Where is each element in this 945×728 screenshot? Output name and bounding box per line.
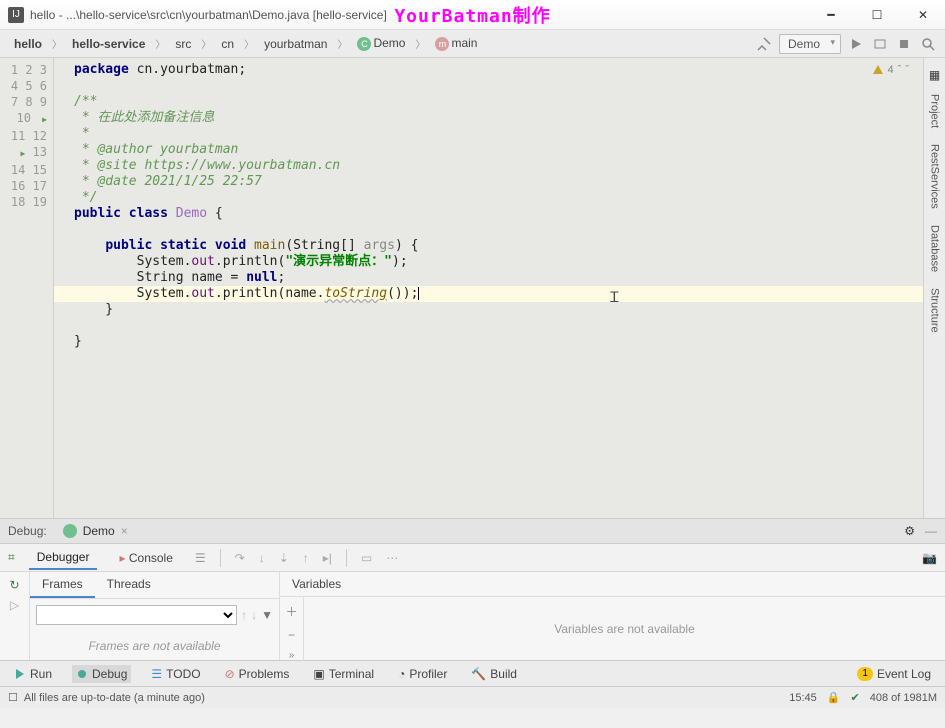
image-tool-icon[interactable]: ▦ xyxy=(929,68,940,82)
build-icon[interactable] xyxy=(755,35,773,53)
frames-panel: Frames Threads ↑ ↓ ▼ Frames are not avai… xyxy=(30,572,280,660)
maximize-button[interactable]: ☐ xyxy=(863,5,891,25)
run-to-cursor-icon[interactable]: ▸| xyxy=(323,551,332,565)
caret-position[interactable]: 15:45 xyxy=(789,692,817,704)
status-hide-icon[interactable]: ☐ xyxy=(8,691,18,704)
breadcrumbs: hello〉 hello-service〉 src〉 cn〉 yourbatma… xyxy=(8,34,483,53)
tw-build[interactable]: 🔨Build xyxy=(467,665,521,683)
crumb-hello[interactable]: hello xyxy=(8,35,48,53)
inspection-ok-icon[interactable]: ✔ xyxy=(851,691,860,704)
next-frame-icon[interactable]: ↓ xyxy=(251,608,257,622)
variables-empty: Variables are not available xyxy=(304,597,945,661)
bug-icon[interactable]: ⌗ xyxy=(8,550,15,565)
add-watch-icon[interactable]: ＋ xyxy=(285,603,297,620)
close-icon[interactable]: × xyxy=(121,524,128,538)
resume-icon[interactable]: ▷ xyxy=(10,598,19,612)
variables-panel: Variables ＋ − » Variables are not availa… xyxy=(280,572,945,660)
layout-icon[interactable]: ☰ xyxy=(195,551,206,565)
editor-area: 1 2 3 4 5 6 7 8 9 10 ▶ 11 12 ▶ 13 14 15 … xyxy=(0,58,945,518)
debug-body: ↻ ▷ Frames Threads ↑ ↓ ▼ Frames are not … xyxy=(0,572,945,660)
line-gutter: 1 2 3 4 5 6 7 8 9 10 ▶ 11 12 ▶ 13 14 15 … xyxy=(0,58,54,518)
tool-database[interactable]: Database xyxy=(929,221,941,276)
tw-debug[interactable]: Debug xyxy=(72,665,131,683)
tw-todo[interactable]: ☰TODO xyxy=(147,665,204,683)
more-icon[interactable]: ⋯ xyxy=(386,551,398,565)
event-count-badge: 1 xyxy=(857,667,873,681)
crumb-yourbatman[interactable]: yourbatman xyxy=(258,35,333,53)
close-button[interactable]: ✕ xyxy=(909,5,937,25)
tool-window-bar: Run Debug ☰TODO ⊘Problems ▣Terminal ◔Pro… xyxy=(0,660,945,686)
force-step-into-icon[interactable]: ⇣ xyxy=(279,551,289,565)
tw-run[interactable]: Run xyxy=(10,665,56,683)
tool-restservices[interactable]: RestServices xyxy=(929,140,941,213)
tab-threads[interactable]: Threads xyxy=(95,572,163,598)
minimize-button[interactable]: ━ xyxy=(817,5,845,25)
crumb-hello-service[interactable]: hello-service xyxy=(66,35,151,53)
frames-empty: Frames are not available xyxy=(30,631,279,660)
prev-frame-icon[interactable]: ↑ xyxy=(241,608,247,622)
navigation-bar: hello〉 hello-service〉 src〉 cn〉 yourbatma… xyxy=(0,30,945,58)
status-bar: ☐ All files are up-to-date (a minute ago… xyxy=(0,686,945,708)
minimize-panel-icon[interactable]: — xyxy=(925,524,937,538)
debug-toolbar: ⌗ Debugger ▸ Console ☰ ↷ ↓ ⇣ ↑ ▸| ▭ ⋯ 📷 xyxy=(0,544,945,572)
code-editor[interactable]: package cn.yourbatman; /** * 在此处添加备注信息 *… xyxy=(54,58,923,518)
search-icon[interactable] xyxy=(919,35,937,53)
right-tool-strip: ▦ Project RestServices Database Structur… xyxy=(923,58,945,518)
crumb-cn[interactable]: cn xyxy=(215,35,240,53)
tool-structure[interactable]: Structure xyxy=(929,284,941,337)
evaluate-icon[interactable]: ▭ xyxy=(361,551,372,565)
step-into-icon[interactable]: ↓ xyxy=(259,551,265,565)
tw-terminal[interactable]: ▣Terminal xyxy=(309,665,378,683)
class-icon: C xyxy=(357,37,371,51)
step-out-icon[interactable]: ↑ xyxy=(303,551,309,565)
window-title: hello - ...\hello-service\src\cn\yourbat… xyxy=(30,8,387,22)
tw-profiler[interactable]: ◔Profiler xyxy=(394,665,451,683)
titlebar: IJ hello - ...\hello-service\src\cn\your… xyxy=(0,0,945,30)
variables-header: Variables xyxy=(280,572,945,597)
attach-icon[interactable] xyxy=(871,35,889,53)
debug-label: Debug: xyxy=(8,524,47,538)
debug-side-actions: ↻ ▷ xyxy=(0,572,30,660)
crumb-main[interactable]: mmain xyxy=(429,34,483,53)
thread-selector[interactable] xyxy=(36,605,237,625)
watermark-text: YourBatman制作 xyxy=(394,2,550,28)
debug-panel-header: Debug: Demo × ⚙ — xyxy=(0,518,945,544)
tab-frames[interactable]: Frames xyxy=(30,572,95,598)
step-over-icon[interactable]: ↷ xyxy=(235,551,245,565)
remove-watch-icon[interactable]: − xyxy=(288,628,295,642)
tw-eventlog[interactable]: 1 Event Log xyxy=(853,665,935,683)
text-cursor-icon: Ꮖ xyxy=(610,290,619,306)
memory-indicator[interactable]: 408 of 1981M xyxy=(870,692,937,704)
warning-icon xyxy=(872,64,884,76)
rerun-icon[interactable]: ↻ xyxy=(9,578,19,592)
crumb-src[interactable]: src xyxy=(169,35,197,53)
thread-dump-icon[interactable]: 📷 xyxy=(922,551,937,565)
gear-icon[interactable]: ⚙ xyxy=(904,524,915,538)
status-message: All files are up-to-date (a minute ago) xyxy=(24,692,205,704)
fold-icon[interactable]: ▶ xyxy=(42,112,47,128)
inspection-summary[interactable]: 4 ˆ ˇ xyxy=(872,64,909,76)
crumb-demo[interactable]: CDemo xyxy=(351,34,411,53)
tab-debugger[interactable]: Debugger xyxy=(29,546,98,570)
tw-problems[interactable]: ⊘Problems xyxy=(221,665,294,683)
run-config-selector[interactable]: Demo xyxy=(779,34,841,54)
app-icon: IJ xyxy=(8,7,24,23)
tab-console[interactable]: ▸ Console xyxy=(111,547,180,569)
stop-icon[interactable] xyxy=(895,35,913,53)
chevron-down-icon[interactable]: ˇ xyxy=(905,64,909,76)
filter-icon[interactable]: ▼ xyxy=(261,608,273,622)
tool-project[interactable]: Project xyxy=(929,90,941,132)
lock-icon[interactable]: 🔒 xyxy=(827,691,841,704)
run-icon[interactable] xyxy=(847,35,865,53)
show-watches-icon[interactable]: » xyxy=(289,650,295,661)
fold-icon[interactable]: ▶ xyxy=(20,146,25,162)
class-icon xyxy=(63,524,77,538)
method-icon: m xyxy=(435,37,449,51)
debug-session-tab[interactable]: Demo × xyxy=(57,522,134,540)
chevron-up-icon[interactable]: ˆ xyxy=(898,64,902,76)
